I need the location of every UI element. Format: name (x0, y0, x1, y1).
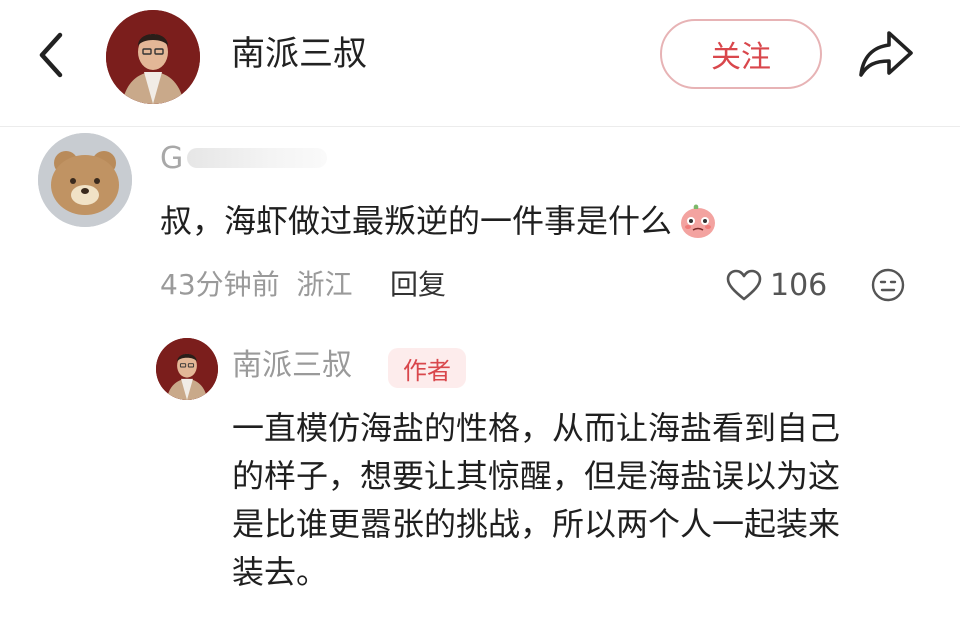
reply-line: 装去。 (232, 553, 329, 591)
crying-peach-emoji-icon (681, 204, 716, 238)
back-button[interactable] (30, 25, 74, 85)
reply-line: 的样子，想要让其惊醒，但是海盐误以为这 (232, 457, 841, 495)
header-divider (0, 126, 960, 127)
react-button[interactable] (871, 268, 905, 302)
commenter-avatar[interactable] (38, 133, 132, 227)
author-badge: 作者 (388, 348, 466, 388)
like-count: 106 (770, 267, 828, 303)
author-avatar[interactable] (106, 10, 200, 104)
reply-button[interactable]: 回复 (390, 265, 446, 305)
blurred-username (187, 148, 328, 168)
reply-author-avatar[interactable] (156, 338, 218, 400)
emoji-face-icon (871, 268, 905, 302)
like-button[interactable]: 106 (726, 265, 827, 305)
chevron-left-icon (39, 32, 63, 78)
share-arrow-icon (859, 31, 913, 77)
reply-text: 一直模仿海盐的性格，从而让海盐看到自己 的样子，想要让其惊醒，但是海盐误以为这 … (232, 404, 922, 596)
top-bar: 南派三叔 关注 (0, 0, 960, 118)
commenter-name[interactable]: G (160, 140, 328, 176)
comment-body: 叔，海虾做过最叛逆的一件事是什么 (160, 202, 673, 240)
comment-meta: 43分钟前 浙江 (160, 265, 361, 305)
reply-author-name[interactable]: 南派三叔 (232, 345, 352, 387)
comment-text: 叔，海虾做过最叛逆的一件事是什么 (160, 198, 718, 244)
commenter-name-text: G (160, 140, 184, 176)
share-button[interactable] (855, 25, 917, 83)
follow-button[interactable]: 关注 (660, 19, 822, 89)
heart-outline-icon (726, 269, 762, 301)
reply-line: 是比谁更嚣张的挑战，所以两个人一起装来 (232, 505, 841, 543)
comment-time: 43分钟前 (160, 268, 280, 301)
comment-location: 浙江 (296, 268, 353, 301)
page-title: 南派三叔 (231, 34, 367, 74)
reply-line: 一直模仿海盐的性格，从而让海盐看到自己 (232, 409, 841, 447)
